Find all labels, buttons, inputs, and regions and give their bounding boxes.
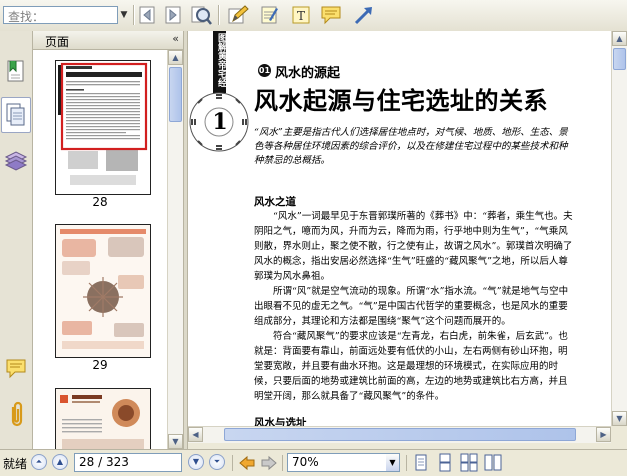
continuous-facing-view-icon[interactable] bbox=[484, 453, 502, 472]
document-horizontal-scrollbar[interactable]: ◀ ▶ bbox=[188, 426, 611, 443]
status-separator bbox=[406, 455, 407, 471]
notepad-icon[interactable] bbox=[258, 4, 280, 26]
pages-panel-header: 页面 « bbox=[33, 31, 183, 50]
attachments-tab-icon[interactable] bbox=[5, 401, 29, 429]
thumbnail-label: 29 bbox=[92, 358, 108, 372]
search-dropdown-icon[interactable]: ▼ bbox=[118, 6, 130, 24]
thumbnail-list[interactable]: 28 29 bbox=[33, 50, 167, 449]
paragraph: 所谓“风”就是空气流动的现象。所谓“水”指水流。“气”就是地气与空中出眼看不见的… bbox=[254, 286, 569, 327]
status-separator bbox=[282, 455, 283, 471]
layers-tab-icon[interactable] bbox=[3, 145, 29, 175]
toolbar: 查找： ▼ T bbox=[0, 0, 627, 32]
side-tab-bar bbox=[0, 31, 33, 449]
next-page-icon[interactable]: ▼ bbox=[188, 454, 204, 470]
first-page-icon[interactable]: ⏶ bbox=[31, 454, 47, 470]
search-input[interactable]: 查找： bbox=[3, 6, 118, 24]
page-thumbnail-29[interactable] bbox=[55, 224, 151, 358]
body-text: “风水”一词最早见于东晋郭璞所著的《葬书》中：“葬者，乘生气也。夫阴阳之气，噫而… bbox=[254, 209, 576, 404]
scroll-thumb[interactable] bbox=[613, 48, 626, 70]
zoom-select[interactable]: 70% bbox=[287, 453, 400, 472]
page-number-input[interactable]: 28 / 323 bbox=[74, 453, 182, 472]
go-forward-icon[interactable] bbox=[260, 454, 278, 472]
scroll-thumb[interactable] bbox=[224, 428, 576, 441]
heading-site-selection: 风水与选址 bbox=[254, 417, 307, 426]
back-icon[interactable] bbox=[136, 4, 158, 26]
collapse-panel-icon[interactable]: « bbox=[172, 32, 179, 45]
scroll-up-icon[interactable]: ▲ bbox=[168, 50, 183, 65]
arrow-icon[interactable] bbox=[353, 4, 375, 26]
zoom-dropdown-icon[interactable]: ▼ bbox=[386, 454, 399, 471]
text-box-icon[interactable]: T bbox=[290, 4, 312, 26]
page-thumbnail-28[interactable] bbox=[55, 60, 151, 195]
previous-page-icon[interactable]: ▲ bbox=[52, 454, 68, 470]
scroll-thumb[interactable] bbox=[169, 67, 182, 122]
scrollbar-corner bbox=[611, 426, 627, 442]
single-page-view-icon[interactable] bbox=[412, 453, 430, 472]
continuous-view-icon[interactable] bbox=[436, 453, 454, 472]
intro-text: “风水”主要是指古代人们选择居住地点时，对气候、地质、地形、生态、景色等各种居住… bbox=[254, 127, 568, 166]
pages-tab-icon[interactable] bbox=[1, 97, 31, 133]
facing-view-icon[interactable] bbox=[460, 453, 478, 472]
toolbar-separator bbox=[133, 5, 135, 25]
pages-panel-title: 页面 bbox=[45, 35, 70, 49]
scroll-down-icon[interactable]: ▼ bbox=[612, 411, 627, 426]
find-icon[interactable] bbox=[190, 4, 212, 26]
scroll-right-icon[interactable]: ▶ bbox=[596, 427, 611, 442]
section-title: 风水的源起 bbox=[275, 66, 341, 81]
status-text: 就绪 bbox=[3, 457, 28, 471]
scroll-up-icon[interactable]: ▲ bbox=[612, 31, 627, 46]
paragraph: “风水”一词最早见于东晋郭璞所著的《葬书》中：“葬者，乘生气也。夫阴阳之气，噫而… bbox=[254, 211, 573, 282]
heading-feng-shui-way: 风水之道 bbox=[254, 196, 296, 208]
page-thumbnail-30[interactable] bbox=[55, 388, 151, 449]
svg-text:T: T bbox=[297, 9, 305, 23]
comments-tab-icon[interactable] bbox=[5, 357, 29, 383]
status-separator bbox=[232, 455, 233, 471]
last-page-icon[interactable]: ⏷ bbox=[209, 454, 225, 470]
scroll-down-icon[interactable]: ▼ bbox=[168, 434, 183, 449]
bookmarks-tab-icon[interactable] bbox=[3, 57, 29, 87]
thumbnail-scrollbar[interactable]: ▲ ▼ bbox=[167, 50, 184, 449]
scroll-left-icon[interactable]: ◀ bbox=[188, 427, 203, 442]
section-badge: 01 bbox=[258, 64, 271, 77]
comment-icon[interactable] bbox=[320, 4, 342, 26]
paragraph: 符合“藏风聚气”的要求应该是“左青龙，右白虎，前朱雀，后玄武”。也就是：背面要有… bbox=[254, 331, 568, 402]
chapter-number: 1 bbox=[212, 109, 228, 135]
document-view[interactable]: 图解黄帝宅经 1 01 风水的源起 风水起源与住宅选址的关系 “风水”主要是指古… bbox=[188, 31, 611, 426]
side-title: 图解黄帝宅经 bbox=[216, 33, 226, 87]
main-title: 风水起源与住宅选址的关系 bbox=[254, 86, 548, 115]
go-back-icon[interactable] bbox=[238, 454, 256, 472]
toolbar-separator bbox=[218, 5, 220, 25]
forward-icon[interactable] bbox=[162, 4, 184, 26]
status-bar: 就绪 ⏶ ▲ 28 / 323 ▼ ⏷ 70% ▼ bbox=[0, 449, 627, 476]
thumbnail-label: 28 bbox=[92, 195, 108, 209]
document-vertical-scrollbar[interactable]: ▲ ▼ bbox=[611, 31, 627, 426]
pencil-icon[interactable] bbox=[227, 4, 249, 26]
